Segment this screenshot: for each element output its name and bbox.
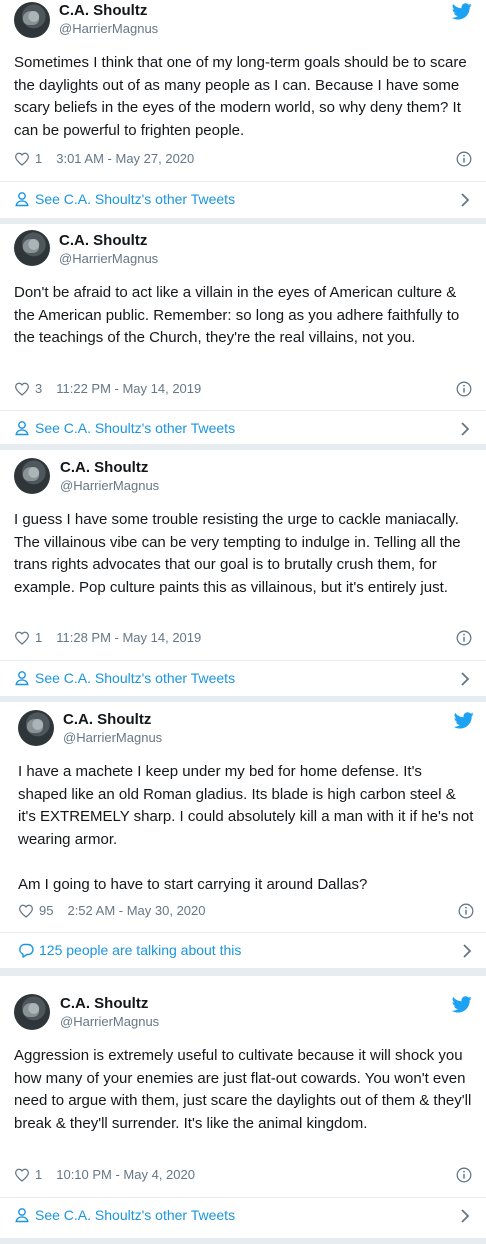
author-handle[interactable]: @HarrierMagnus	[59, 21, 158, 36]
tweet-meta: 1 11:28 PM - May 14, 2019	[14, 630, 201, 645]
person-icon	[15, 421, 29, 436]
info-icon[interactable]	[456, 381, 472, 397]
person-icon	[15, 671, 29, 686]
info-icon[interactable]	[456, 1167, 472, 1183]
timestamp[interactable]: 2:52 AM - May 30, 2020	[67, 903, 205, 918]
chevron-right-icon[interactable]	[460, 1209, 470, 1223]
tweet-card: C.A. Shoultz @HarrierMagnus I guess I ha…	[0, 450, 486, 696]
timestamp[interactable]: 11:22 PM - May 14, 2019	[56, 381, 201, 396]
comment-icon	[19, 943, 34, 958]
chevron-right-icon[interactable]	[460, 193, 470, 207]
author-name[interactable]: C.A. Shoultz	[60, 995, 148, 1012]
heart-icon[interactable]	[18, 904, 34, 918]
see-other-tweets-link[interactable]: See C.A. Shoultz's other Tweets	[14, 191, 472, 207]
heart-icon[interactable]	[14, 152, 30, 166]
author-name[interactable]: C.A. Shoultz	[63, 711, 151, 728]
divider	[0, 660, 486, 661]
divider	[0, 932, 486, 933]
avatar[interactable]	[14, 458, 50, 494]
timestamp[interactable]: 3:01 AM - May 27, 2020	[56, 151, 194, 166]
footer-label: See C.A. Shoultz's other Tweets	[35, 420, 236, 436]
heart-icon[interactable]	[14, 631, 30, 645]
author-name[interactable]: C.A. Shoultz	[59, 232, 147, 249]
twitter-bird-icon[interactable]	[454, 712, 474, 729]
like-count[interactable]: 1	[35, 630, 42, 645]
author-handle[interactable]: @HarrierMagnus	[60, 1014, 159, 1029]
avatar[interactable]	[14, 2, 50, 38]
chevron-right-icon[interactable]	[462, 944, 472, 958]
avatar[interactable]	[18, 710, 54, 746]
tweet-text: I have a machete I keep under my bed for…	[18, 763, 474, 893]
tweet-text: Aggression is extremely useful to cultiv…	[14, 1047, 472, 1132]
footer-label: See C.A. Shoultz's other Tweets	[35, 1207, 236, 1223]
info-icon[interactable]	[456, 151, 472, 167]
avatar[interactable]	[14, 230, 50, 266]
author-handle[interactable]: @HarrierMagnus	[59, 251, 158, 266]
see-other-tweets-link[interactable]: See C.A. Shoultz's other Tweets	[14, 1207, 472, 1223]
heart-icon[interactable]	[14, 382, 30, 396]
tweet-card: C.A. Shoultz @HarrierMagnus Aggression i…	[0, 976, 486, 1238]
tweet-card: C.A. Shoultz @HarrierMagnus Sometimes I …	[0, 0, 486, 218]
author-handle[interactable]: @HarrierMagnus	[63, 730, 162, 745]
tweet-text: Don't be afraid to act like a villain in…	[14, 284, 460, 346]
person-icon	[15, 192, 29, 207]
tweet-text: I guess I have some trouble resisting th…	[14, 511, 461, 596]
like-count[interactable]: 1	[35, 151, 42, 166]
footer-label: 125 people are talking about this	[39, 942, 242, 958]
info-icon[interactable]	[458, 903, 474, 919]
tweet-meta: 3 11:22 PM - May 14, 2019	[14, 381, 201, 396]
see-other-tweets-link[interactable]: See C.A. Shoultz's other Tweets	[14, 420, 472, 436]
conversation-link[interactable]: 125 people are talking about this	[18, 942, 472, 958]
tweet-text: Sometimes I think that one of my long-te…	[14, 54, 467, 139]
avatar[interactable]	[14, 994, 50, 1030]
like-count[interactable]: 3	[35, 381, 42, 396]
tweet-meta: 1 3:01 AM - May 27, 2020	[14, 151, 194, 166]
footer-label: See C.A. Shoultz's other Tweets	[35, 670, 236, 686]
tweet-meta: 1 10:10 PM - May 4, 2020	[14, 1167, 195, 1182]
author-name[interactable]: C.A. Shoultz	[60, 459, 148, 476]
author-handle[interactable]: @HarrierMagnus	[60, 478, 159, 493]
timestamp[interactable]: 10:10 PM - May 4, 2020	[56, 1167, 195, 1182]
info-icon[interactable]	[456, 630, 472, 646]
timestamp[interactable]: 11:28 PM - May 14, 2019	[56, 630, 201, 645]
divider	[0, 181, 486, 182]
chevron-right-icon[interactable]	[460, 422, 470, 436]
like-count[interactable]: 95	[39, 903, 53, 918]
author-name[interactable]: C.A. Shoultz	[59, 2, 147, 19]
divider	[0, 1197, 486, 1198]
twitter-bird-icon[interactable]	[452, 3, 472, 20]
tweet-card: C.A. Shoultz @HarrierMagnus Don't be afr…	[0, 224, 486, 444]
see-other-tweets-link[interactable]: See C.A. Shoultz's other Tweets	[14, 670, 472, 686]
tweet-meta: 95 2:52 AM - May 30, 2020	[18, 903, 206, 918]
tweet-card: C.A. Shoultz @HarrierMagnus I have a mac…	[0, 702, 486, 968]
heart-icon[interactable]	[14, 1168, 30, 1182]
twitter-bird-icon[interactable]	[452, 996, 472, 1013]
like-count[interactable]: 1	[35, 1167, 42, 1182]
divider	[0, 410, 486, 411]
footer-label: See C.A. Shoultz's other Tweets	[35, 191, 236, 207]
chevron-right-icon[interactable]	[460, 672, 470, 686]
person-icon	[15, 1208, 29, 1223]
